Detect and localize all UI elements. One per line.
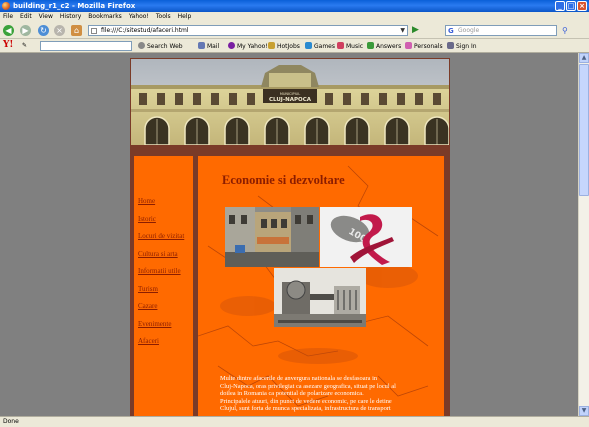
paragraph-line: doilea in Romania ca potential de polari… [220,390,364,398]
yahoo-toolbar: Y! ✎ Search Web Mail My Yahoo! HotJobs G… [0,39,589,53]
address-url: file:///C:/sitestud/afaceri.html [101,27,189,34]
search-web-icon [138,42,145,49]
stop-icon[interactable]: × [54,25,65,36]
page-viewport: MUNICIPIUL CLUJ-NAPOCA Home Istoric Locu… [0,53,578,416]
window-title: building_r1_c2 - Mozilla Firefox [13,2,136,10]
nav-link-home[interactable]: Home [134,197,184,205]
search-placeholder: Google [458,27,480,34]
yahoo-personals[interactable]: Personals [405,42,443,51]
menu-view[interactable]: View [39,12,53,22]
paragraph-line: Clujul, sunt forta de munca specializata… [220,405,391,413]
nav-link-cultura-si-arta[interactable]: Cultura si arta [134,250,184,258]
yahoo-search-input[interactable] [40,41,132,51]
pencil-icon[interactable]: ✎ [22,42,27,50]
vertical-scrollbar[interactable]: ▲ ▼ [578,53,589,416]
menu-help[interactable]: Help [178,12,192,22]
yahoo-mail[interactable]: Mail [198,42,219,51]
menu-history[interactable]: History [60,12,81,22]
forward-icon[interactable]: ▶ [20,25,31,36]
google-icon[interactable]: G [448,26,454,36]
banner-image: MUNICIPIUL CLUJ-NAPOCA [131,59,449,145]
answers-icon [367,42,374,49]
industrial-machine-illustration [274,268,366,327]
nav-link-informatii-utile[interactable]: Informatii utile [134,267,184,275]
menu-bookmarks[interactable]: Bookmarks [88,12,122,22]
menu-file[interactable]: File [3,12,13,22]
city-hall-illustration: MUNICIPIUL CLUJ-NAPOCA [131,59,449,145]
search-input[interactable]: G Google [445,25,557,36]
scroll-up-icon[interactable]: ▲ [579,53,589,63]
nav-link-evenimente[interactable]: Evenimente [134,320,184,328]
yahoo-games[interactable]: Games [305,42,335,51]
reload-icon[interactable]: ↻ [38,25,49,36]
banner-sign-top: MUNICIPIUL [280,92,300,96]
home-icon[interactable]: ⌂ [71,25,82,36]
back-icon[interactable]: ◀ [3,25,14,36]
yahoo-sign-in[interactable]: Sign In [447,42,477,51]
personals-icon [405,42,412,49]
status-text: Done [3,418,19,425]
music-icon [337,42,344,49]
nav-link-turism[interactable]: Turism [134,285,184,293]
address-bar[interactable]: file:///C:/sitestud/afaceri.html ▼ [88,25,408,36]
photo-street-buildings [225,207,319,267]
menu-bar: File Edit View History Bookmarks Yahoo! … [0,12,589,22]
scroll-down-icon[interactable]: ▼ [579,406,589,416]
site-page: MUNICIPIUL CLUJ-NAPOCA Home Istoric Locu… [130,58,450,416]
menu-yahoo[interactable]: Yahoo! [129,12,149,22]
hotjobs-icon [268,42,275,49]
yahoo-logo-icon[interactable]: Y! [3,40,13,50]
main-content: Economie si dezvoltare 100 Multe dintre … [198,156,444,416]
nav-link-istoric[interactable]: Istoric [134,215,184,223]
yahoo-answers[interactable]: Answers [367,42,401,51]
yahoo-my-yahoo[interactable]: My Yahoo! [228,42,268,51]
navigation-toolbar: ◀ ▶ ↻ × ⌂ file:///C:/sitestud/afaceri.ht… [0,22,589,39]
window-title-bar[interactable]: building_r1_c2 - Mozilla Firefox _ □ × [0,0,589,12]
paragraph-line: Multe dintre afacerile de anvergura nati… [220,375,378,382]
article-paragraph: Multe dintre afacerile de anvergura nati… [220,375,421,413]
sign-in-icon [447,42,454,49]
yahoo-music[interactable]: Music [337,42,363,51]
menu-tools[interactable]: Tools [156,12,171,22]
search-icon[interactable]: ⚲ [562,25,574,36]
yahoo-search-web[interactable]: Search Web [138,42,183,51]
my-yahoo-icon [228,42,235,49]
photo-coins-ribbon: 100 [320,207,412,267]
left-navigation: Home Istoric Locuri de vizitat Cultura s… [134,156,195,416]
coins-ribbon-illustration: 100 [320,207,412,267]
menu-edit[interactable]: Edit [20,12,32,22]
street-buildings-illustration [225,207,319,267]
close-button[interactable]: × [577,1,587,11]
mail-icon [198,42,205,49]
games-icon [305,42,312,49]
nav-link-cazare[interactable]: Cazare [134,302,184,310]
page-icon [91,28,97,34]
status-bar: Done [0,416,589,427]
firefox-icon [2,2,10,10]
paragraph-line: Cluj-Napoca, oras privilegiat ca asezare… [220,382,396,390]
scroll-thumb[interactable] [579,64,589,196]
paragraph-line: Principalele atuuri, din punct de vedere… [220,397,392,405]
go-icon[interactable]: ▶ [412,25,422,36]
yahoo-hotjobs[interactable]: HotJobs [268,42,300,51]
minimize-button[interactable]: _ [555,1,565,11]
maximize-button[interactable]: □ [566,1,576,11]
address-dropdown-icon[interactable]: ▼ [400,26,405,36]
photo-industrial-machine [274,268,366,327]
nav-link-locuri-de-vizitat[interactable]: Locuri de vizitat [134,232,184,240]
banner-sign: CLUJ-NAPOCA [269,97,312,103]
page-heading: Economie si dezvoltare [222,173,345,187]
nav-link-afaceri[interactable]: Afaceri [134,337,184,345]
